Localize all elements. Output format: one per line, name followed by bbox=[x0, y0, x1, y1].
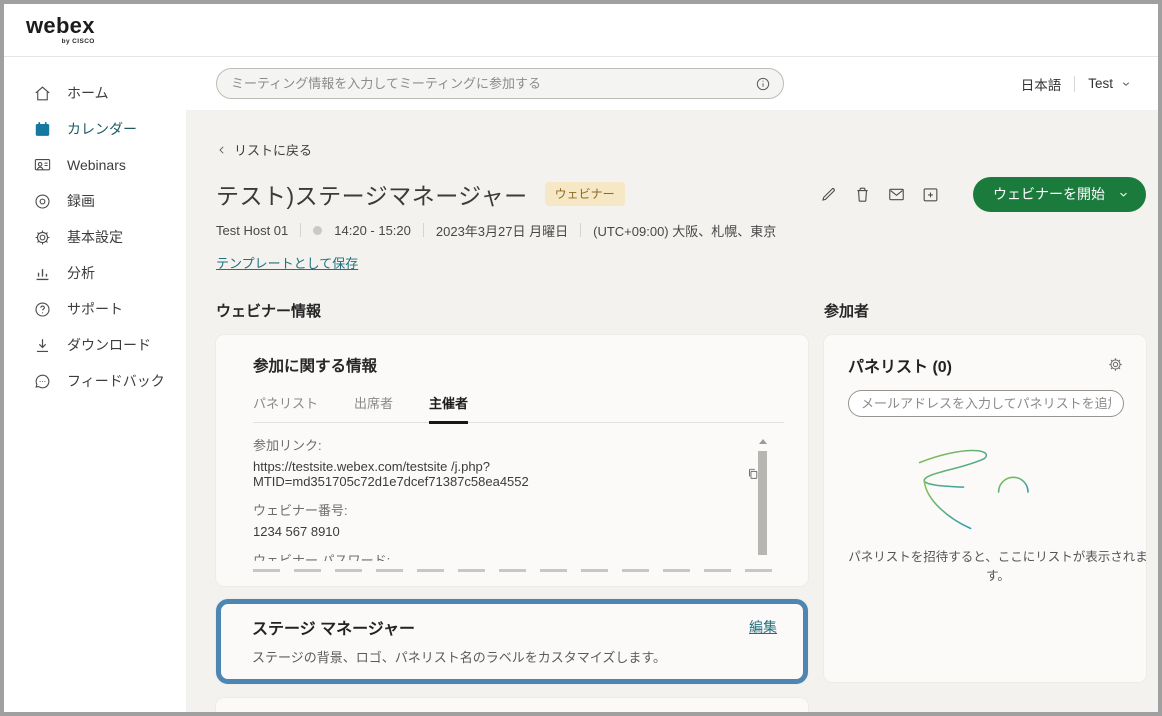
delete-icon[interactable] bbox=[853, 185, 872, 204]
join-meeting-search[interactable] bbox=[216, 68, 784, 99]
sidebar-item-label: カレンダー bbox=[67, 119, 137, 139]
download-icon bbox=[33, 336, 52, 355]
page-title: テスト)ステージマネージャー bbox=[216, 177, 528, 211]
language-selector[interactable]: 日本語 bbox=[1021, 74, 1062, 94]
webinar-timezone: (UTC+09:00) 大阪、札幌、東京 bbox=[593, 221, 776, 240]
logo-text: webex bbox=[26, 15, 95, 37]
scroll-up-arrow[interactable] bbox=[759, 439, 767, 444]
webinar-meta: Test Host 01 14:20 - 15:20 2023年3月27日 月曜… bbox=[216, 221, 1158, 240]
stage-manager-card: ステージ マネージャー 編集 ステージの背景、ロゴ、パネリスト名のラベルをカスタ… bbox=[216, 599, 808, 684]
post-webinar-survey-card: ウェビナー後のアンケート 追加 bbox=[216, 698, 808, 713]
page-content: リストに戻る テスト)ステージマネージャー ウェビナー bbox=[186, 110, 1158, 712]
info-icon[interactable] bbox=[755, 76, 771, 92]
panelist-settings-gear-icon[interactable] bbox=[1107, 356, 1124, 373]
edit-icon[interactable] bbox=[819, 185, 838, 204]
app-window: webex by CISCO ホームカレンダー Webinars 録画基本設定分析サ… bbox=[0, 0, 1162, 716]
stage-manager-edit-link[interactable]: 編集 bbox=[749, 617, 777, 637]
webinar-number-label: ウェビナー番号: bbox=[253, 500, 760, 519]
webinars-icon bbox=[33, 156, 52, 175]
join-info-card: 参加に関する情報 パネリスト 出席者 主催者 参加リンク: https://te… bbox=[216, 335, 808, 586]
webinar-time: 14:20 - 15:20 bbox=[334, 223, 411, 238]
chevron-down-icon bbox=[1117, 188, 1130, 201]
webinar-date: 2023年3月27日 月曜日 bbox=[436, 221, 568, 240]
help-icon bbox=[33, 300, 52, 319]
add-to-calendar-icon[interactable] bbox=[921, 185, 940, 204]
home-icon bbox=[33, 84, 52, 103]
sidebar-item-label: ホーム bbox=[67, 83, 109, 103]
stage-manager-title: ステージ マネージャー bbox=[252, 615, 415, 639]
webinar-badge: ウェビナー bbox=[545, 182, 625, 206]
sidebar-item-label: 録画 bbox=[67, 191, 95, 211]
webinar-number-value: 1234 567 8910 bbox=[253, 524, 760, 539]
recording-icon bbox=[33, 192, 52, 211]
chevron-left-icon bbox=[216, 144, 228, 156]
sidebar-item-calendar[interactable]: カレンダー bbox=[4, 111, 186, 147]
sidebar-item-label: 基本設定 bbox=[67, 227, 123, 247]
participants-heading: 参加者 bbox=[824, 300, 1146, 321]
sidebar-item-label: Webinars bbox=[67, 157, 126, 173]
sidebar-item-preferences[interactable]: 基本設定 bbox=[4, 219, 186, 255]
sidebar-nav: ホームカレンダー Webinars 録画基本設定分析サポートダウンロードフィードバッ… bbox=[4, 75, 186, 399]
add-panelist-input[interactable] bbox=[848, 390, 1124, 417]
sidebar-item-downloads[interactable]: ダウンロード bbox=[4, 327, 186, 363]
tab-attendee[interactable]: 出席者 bbox=[354, 393, 393, 422]
analytics-icon bbox=[33, 264, 52, 283]
sidebar-item-recordings[interactable]: 録画 bbox=[4, 183, 186, 219]
sidebar-item-label: 分析 bbox=[67, 263, 95, 283]
join-link-label: 参加リンク: bbox=[253, 435, 760, 454]
user-name: Test bbox=[1088, 76, 1113, 91]
join-link-value: https://testsite.webex.com/testsite /j.p… bbox=[253, 459, 739, 489]
password-label: ウェビナー パスワード: bbox=[253, 550, 760, 561]
tab-panelist[interactable]: パネリスト bbox=[253, 393, 318, 422]
status-dot bbox=[313, 226, 322, 235]
logo-subtext: by CISCO bbox=[62, 38, 95, 45]
join-info-title: 参加に関する情報 bbox=[216, 354, 808, 376]
panelists-card: パネリスト (0) bbox=[824, 335, 1146, 682]
sidebar-item-label: ダウンロード bbox=[67, 335, 151, 355]
sidebar: ホームカレンダー Webinars 録画基本設定分析サポートダウンロードフィードバッ… bbox=[4, 57, 186, 712]
gear-icon bbox=[33, 228, 52, 247]
email-icon[interactable] bbox=[887, 185, 906, 204]
calendar-icon bbox=[33, 120, 52, 139]
tab-host[interactable]: 主催者 bbox=[429, 393, 468, 424]
scrollbar-thumb[interactable] bbox=[758, 451, 767, 555]
join-info-tabs: パネリスト 出席者 主催者 bbox=[253, 393, 784, 423]
join-info-scroll-area[interactable]: 参加リンク: https://testsite.webex.com/testsi… bbox=[253, 433, 760, 561]
sidebar-item-insights[interactable]: 分析 bbox=[4, 255, 186, 291]
sidebar-item-feedback[interactable]: フィードバック bbox=[4, 363, 186, 399]
sidebar-item-label: フィードバック bbox=[67, 371, 165, 391]
empty-panelists-message: パネリストを招待すると、ここにリストが表示されます。 bbox=[848, 548, 1148, 587]
feedback-icon bbox=[33, 372, 52, 391]
app-header: webex by CISCO bbox=[4, 4, 1158, 57]
dashed-divider bbox=[253, 569, 786, 572]
back-to-list-link[interactable]: リストに戻る bbox=[216, 140, 312, 159]
sidebar-item-label: サポート bbox=[67, 299, 123, 319]
panelists-title: パネリスト (0) bbox=[848, 353, 952, 377]
sidebar-item-webinars[interactable]: Webinars bbox=[4, 147, 186, 183]
stage-manager-description: ステージの背景、ロゴ、パネリスト名のラベルをカスタマイズします。 bbox=[252, 647, 777, 666]
scrollbar[interactable] bbox=[758, 439, 767, 565]
start-webinar-button[interactable]: ウェビナーを開始 bbox=[973, 177, 1146, 212]
sidebar-item-home[interactable]: ホーム bbox=[4, 75, 186, 111]
sidebar-item-support[interactable]: サポート bbox=[4, 291, 186, 327]
topbar: 日本語 Test bbox=[186, 57, 1158, 110]
topbar-divider bbox=[1074, 76, 1075, 92]
webinar-info-heading: ウェビナー情報 bbox=[216, 300, 808, 321]
webex-logo: webex by CISCO bbox=[26, 15, 95, 45]
user-menu[interactable]: Test bbox=[1088, 76, 1132, 91]
save-as-template-link[interactable]: テンプレートとして保存 bbox=[216, 253, 358, 272]
empty-panelists-illustration bbox=[881, 441, 1091, 536]
host-name: Test Host 01 bbox=[216, 223, 288, 238]
search-input[interactable] bbox=[231, 76, 755, 91]
chevron-down-icon bbox=[1120, 78, 1132, 90]
